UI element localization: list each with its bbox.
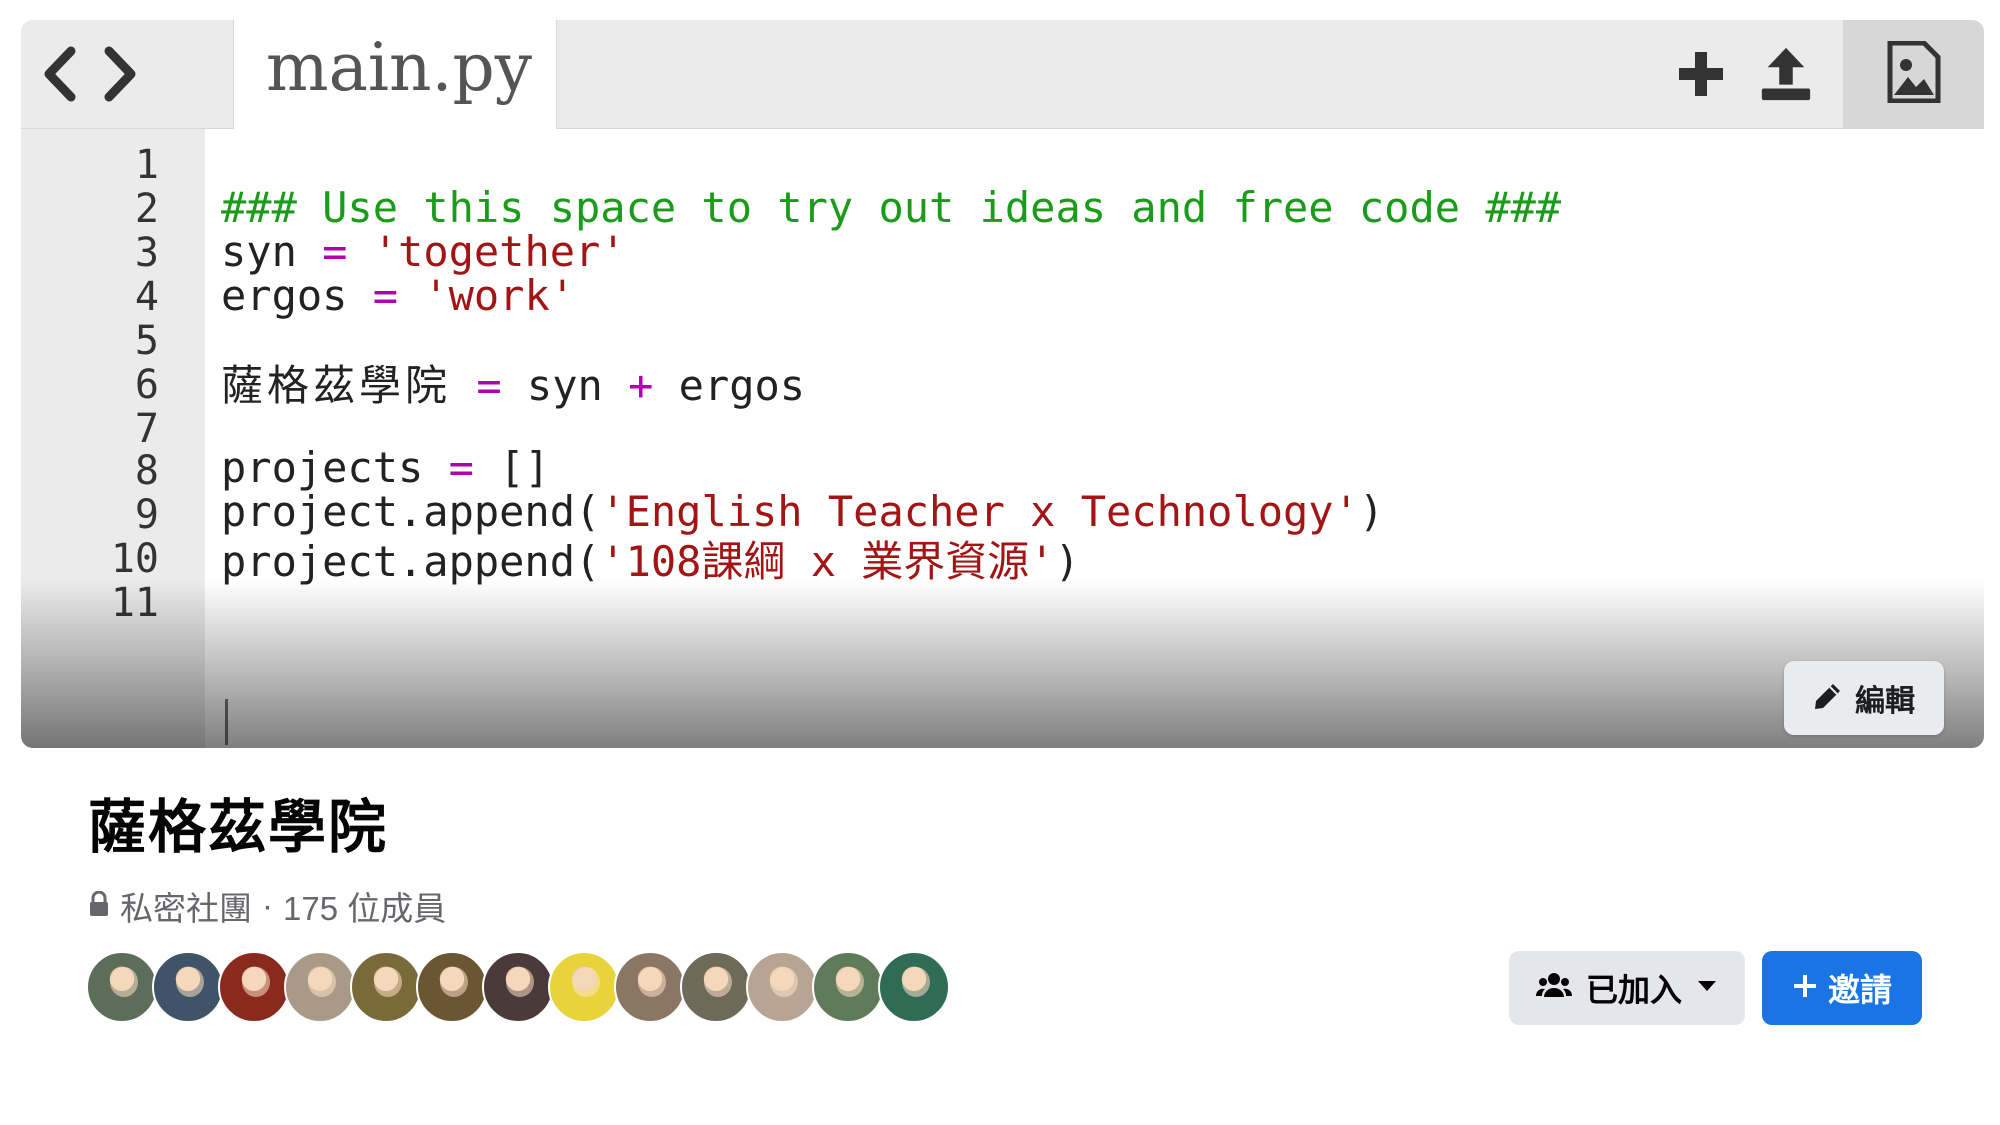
editor-header: main.py	[21, 20, 1984, 129]
line-number: 7	[134, 406, 159, 452]
avatar[interactable]	[284, 951, 356, 1023]
image-panel	[1843, 20, 1984, 128]
line-number: 1	[134, 142, 159, 188]
avatar[interactable]	[680, 951, 752, 1023]
joined-button[interactable]: 已加入	[1509, 951, 1745, 1025]
code-operator: +	[628, 361, 654, 410]
member-count[interactable]: 175 位成員	[283, 882, 446, 930]
code-comment: ### Use this space to try out ideas and …	[221, 183, 1562, 232]
text-cursor	[225, 699, 228, 745]
avatar[interactable]	[350, 951, 422, 1023]
code-identifier: syn	[221, 227, 297, 276]
plus-icon	[1673, 46, 1729, 102]
code-string: 'together'	[372, 227, 626, 276]
code-line-6: 薩格茲學院 = syn + ergos	[221, 365, 805, 407]
avatar[interactable]	[812, 951, 884, 1023]
avatar[interactable]	[416, 951, 488, 1023]
code-identifier: ergos	[221, 271, 348, 320]
line-number: 9	[134, 492, 159, 538]
code-identifier: 薩格茲學院	[221, 361, 452, 410]
cover-photo: main.py 1 2 3 4 5 6 7 8 9 10 11 ### Use …	[21, 20, 1984, 748]
pencil-icon	[1813, 681, 1843, 716]
code-call: project.append(	[221, 487, 601, 536]
chevron-left-icon	[39, 45, 79, 103]
line-number-gutter: 1 2 3 4 5 6 7 8 9 10 11	[21, 129, 205, 748]
line-number: 2	[134, 186, 159, 232]
people-icon	[1535, 971, 1572, 1006]
code-identifier: projects	[221, 443, 424, 492]
avatar[interactable]	[482, 951, 554, 1023]
lock-icon	[88, 887, 110, 925]
code-string: 'English Teacher x Technology'	[600, 487, 1359, 536]
nav-arrows	[39, 42, 141, 106]
file-tab: main.py	[233, 20, 557, 129]
code-close-paren: )	[1358, 487, 1385, 536]
group-name[interactable]: 薩格茲學院	[88, 795, 388, 860]
code-identifier: ergos	[678, 361, 806, 410]
upload-icon	[1758, 46, 1814, 102]
line-number: 11	[110, 580, 159, 626]
code-identifier: syn	[526, 361, 603, 410]
code-close-paren: )	[1054, 537, 1080, 586]
meta-separator: ·	[262, 887, 273, 924]
code-operator: =	[448, 443, 474, 492]
code-line-4: ergos = 'work'	[221, 275, 575, 317]
group-meta: 私密社團 · 175 位成員	[88, 886, 446, 927]
line-number: 3	[134, 230, 159, 276]
avatar[interactable]	[152, 951, 224, 1023]
avatar[interactable]	[878, 951, 950, 1023]
avatar[interactable]	[614, 951, 686, 1023]
code-line-9: project.append('English Teacher x Techno…	[221, 491, 1384, 533]
code-operator: =	[322, 227, 348, 276]
code-operator: =	[372, 271, 399, 320]
image-icon	[1886, 40, 1942, 108]
code-string: 'work'	[423, 271, 576, 320]
plus-icon	[1792, 973, 1818, 1004]
edit-cover-button[interactable]: 編輯	[1784, 661, 1944, 735]
avatar[interactable]	[746, 951, 818, 1023]
code-string: '108課綱 x 業界資源'	[600, 537, 1055, 586]
code-literal: []	[499, 443, 550, 492]
line-number: 6	[134, 362, 159, 408]
chevron-right-icon	[101, 45, 141, 103]
line-number: 5	[134, 318, 159, 364]
line-number: 10	[110, 536, 159, 582]
file-tab-label: main.py	[266, 29, 533, 106]
code-line-3: syn = 'together'	[221, 231, 626, 273]
avatar[interactable]	[86, 951, 158, 1023]
code-line-2: ### Use this space to try out ideas and …	[221, 187, 1561, 229]
privacy-label[interactable]: 私密社團	[120, 882, 252, 930]
caret-down-icon	[1696, 979, 1718, 998]
line-number: 4	[134, 274, 159, 320]
code-line-10: project.append('108課綱 x 業界資源')	[221, 541, 1080, 583]
invite-button[interactable]: 邀請	[1762, 951, 1922, 1025]
invite-label: 邀請	[1827, 972, 1892, 1008]
code-operator: =	[476, 361, 502, 410]
avatar[interactable]	[218, 951, 290, 1023]
edit-cover-label: 編輯	[1855, 685, 1915, 718]
code-area: ### Use this space to try out ideas and …	[205, 129, 1984, 748]
line-number: 8	[134, 448, 159, 494]
code-line-8: projects = []	[221, 447, 550, 489]
member-avatars	[86, 951, 950, 1027]
avatar[interactable]	[548, 951, 620, 1023]
code-call: project.append(	[221, 537, 601, 586]
joined-label: 已加入	[1585, 972, 1682, 1008]
